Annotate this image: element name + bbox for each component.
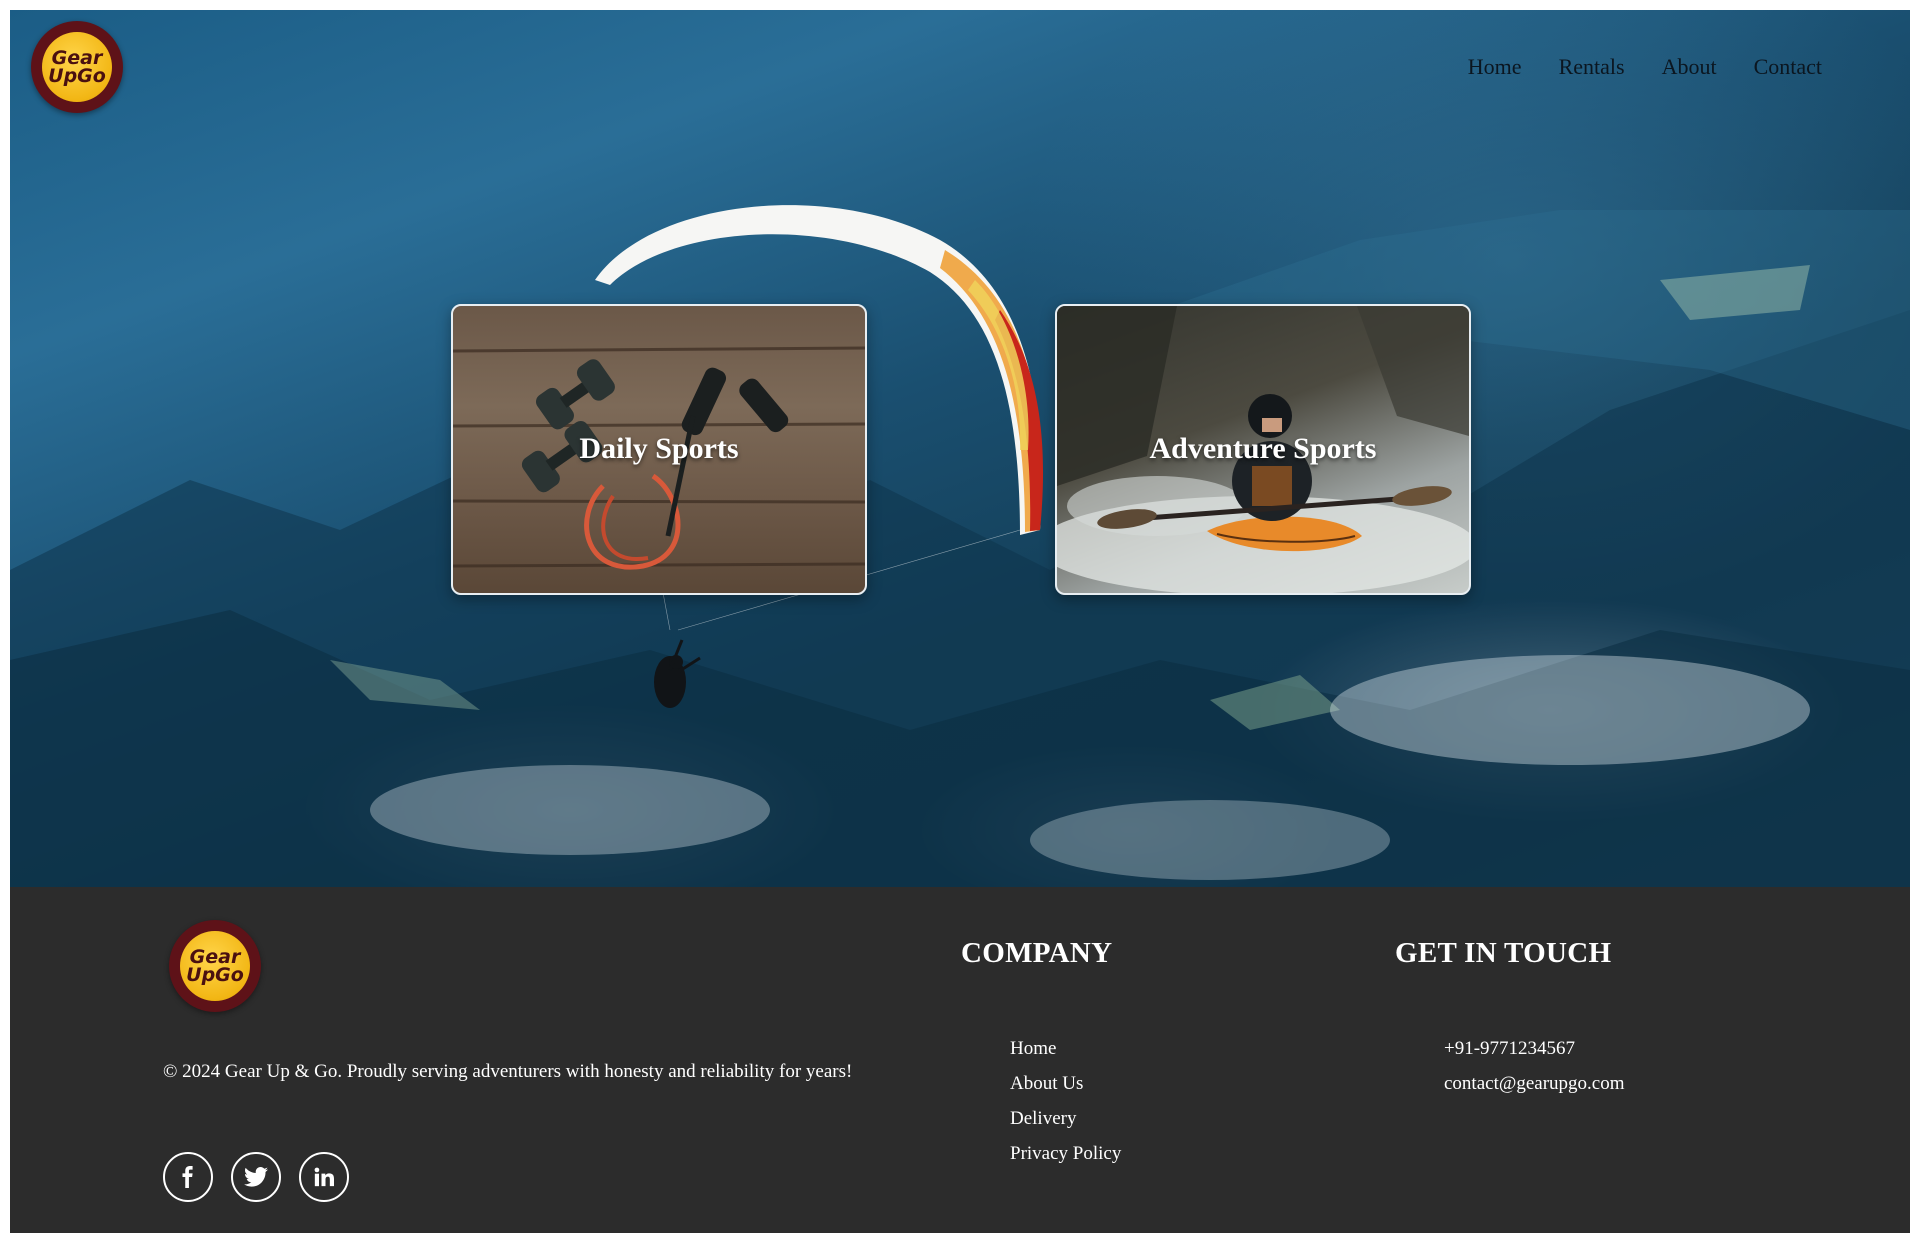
main-nav: Home Rentals About Contact <box>1468 54 1822 80</box>
contact-phone[interactable]: +91-9771234567 <box>1444 1038 1575 1059</box>
company-link-item: Privacy Policy <box>1010 1142 1121 1165</box>
brand-logo-line2: UpGo <box>48 65 106 87</box>
nav-home[interactable]: Home <box>1468 54 1522 80</box>
facebook-link[interactable] <box>163 1152 213 1202</box>
card-daily-sports-title: Daily Sports <box>579 432 739 465</box>
footer-logo-mark: Gear UpGo <box>180 931 250 1001</box>
footer-link-privacy-policy[interactable]: Privacy Policy <box>1010 1143 1121 1164</box>
contact-item: +91-9771234567 <box>1444 1037 1625 1060</box>
footer-link-home[interactable]: Home <box>1010 1038 1056 1059</box>
brand-logo-mark: Gear UpGo <box>42 32 112 102</box>
footer-link-delivery[interactable]: Delivery <box>1010 1108 1076 1129</box>
nav-rentals[interactable]: Rentals <box>1559 54 1625 80</box>
company-link-item: About Us <box>1010 1072 1121 1095</box>
linkedin-icon <box>314 1167 334 1187</box>
card-adventure-sports-title: Adventure Sports <box>1149 432 1377 465</box>
contact-item: contact@gearupgo.com <box>1444 1072 1625 1095</box>
company-link-item: Home <box>1010 1037 1121 1060</box>
nav-contact[interactable]: Contact <box>1754 54 1822 80</box>
twitter-link[interactable] <box>231 1152 281 1202</box>
card-adventure-sports[interactable]: Adventure Sports <box>1055 304 1471 595</box>
hero-section: Gear UpGo Home Rentals About Contact Dai… <box>10 10 1910 887</box>
page: Gear UpGo Home Rentals About Contact Dai… <box>10 10 1910 1233</box>
brand-logo[interactable]: Gear UpGo <box>31 21 123 113</box>
facebook-icon <box>182 1166 193 1188</box>
nav-about[interactable]: About <box>1662 54 1717 80</box>
site-footer: Gear UpGo © 2024 Gear Up & Go. Proudly s… <box>10 887 1910 1233</box>
footer-link-about-us[interactable]: About Us <box>1010 1073 1083 1094</box>
twitter-icon <box>244 1167 268 1187</box>
card-daily-sports[interactable]: Daily Sports <box>451 304 867 595</box>
company-heading: COMPANY <box>961 937 1113 969</box>
contact-heading: GET IN TOUCH <box>1395 937 1612 969</box>
footer-logo[interactable]: Gear UpGo <box>169 920 261 1012</box>
copyright-text: © 2024 Gear Up & Go. Proudly serving adv… <box>163 1061 853 1082</box>
social-links <box>163 1152 349 1202</box>
contact-email[interactable]: contact@gearupgo.com <box>1444 1073 1625 1094</box>
contact-details: +91-9771234567 contact@gearupgo.com <box>1444 1037 1625 1107</box>
footer-logo-line2: UpGo <box>186 964 244 986</box>
hero-background-scene <box>10 205 1910 887</box>
company-link-item: Delivery <box>1010 1107 1121 1130</box>
linkedin-link[interactable] <box>299 1152 349 1202</box>
company-links: Home About Us Delivery Privacy Policy <box>1010 1037 1121 1177</box>
